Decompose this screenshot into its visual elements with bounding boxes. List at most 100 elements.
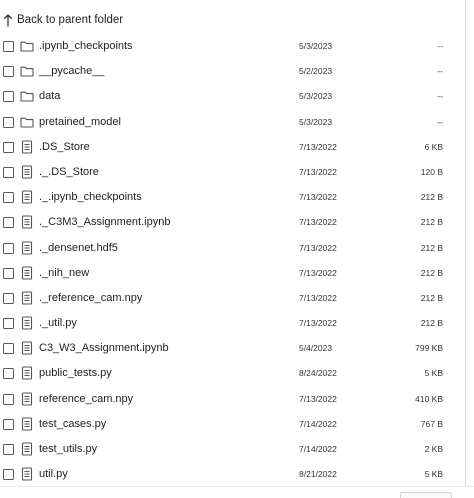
row-checkbox[interactable] (3, 242, 14, 254)
file-row[interactable]: ._util.py 7/13/2022 212 B (0, 312, 465, 337)
file-row[interactable]: ._.ipynb_checkpoints 7/13/2022 212 B (0, 186, 465, 211)
row-checkbox[interactable] (3, 116, 14, 128)
file-icon (20, 442, 34, 456)
file-row[interactable]: C3_W3_Assignment.ipynb 5/4/2023 799 KB (0, 337, 465, 362)
file-row[interactable]: ._densenet.hdf5 7/13/2022 212 B (0, 237, 465, 262)
row-checkbox[interactable] (3, 318, 14, 330)
file-icon (20, 341, 34, 355)
file-size: 2 KB (424, 444, 443, 454)
file-icon (20, 467, 34, 481)
file-size: 212 B (420, 192, 443, 203)
file-name[interactable]: data (39, 90, 60, 102)
file-size: 6 KB (424, 141, 443, 152)
file-date: 7/13/2022 (299, 242, 337, 253)
row-checkbox[interactable] (3, 217, 14, 229)
file-name[interactable]: pretained_model (39, 116, 121, 128)
row-checkbox[interactable] (3, 444, 14, 455)
file-name[interactable]: ._util.py (39, 317, 77, 329)
back-to-parent-label: Back to parent folder (17, 14, 124, 26)
file-row[interactable]: ._.DS_Store 7/13/2022 120 B (0, 161, 465, 186)
row-checkbox[interactable] (3, 192, 14, 204)
file-date: 7/13/2022 (299, 166, 337, 177)
file-name[interactable]: ._densenet.hdf5 (39, 242, 118, 254)
row-checkbox[interactable] (3, 469, 14, 481)
file-row[interactable]: ._nih_new 7/13/2022 212 B (0, 262, 465, 287)
row-checkbox[interactable] (3, 393, 14, 405)
file-date: 7/14/2022 (299, 418, 337, 429)
file-name[interactable]: .DS_Store (39, 141, 90, 153)
file-row[interactable]: data 5/3/2023 -- (0, 85, 465, 110)
row-checkbox[interactable] (3, 292, 14, 304)
file-name[interactable]: util.py (39, 468, 68, 480)
arrow-up-icon (3, 14, 13, 27)
folder-icon (20, 39, 34, 53)
file-size: 120 B (420, 166, 443, 177)
file-date: 5/2/2023 (299, 66, 333, 77)
row-checkbox[interactable] (3, 418, 14, 430)
file-name[interactable]: __pycache__ (39, 65, 104, 77)
file-name[interactable]: C3_W3_Assignment.ipynb (39, 342, 169, 354)
row-checkbox[interactable] (3, 91, 14, 103)
file-row[interactable]: public_tests.py 8/24/2022 5 KB (0, 362, 465, 387)
footer-button[interactable] (400, 492, 452, 498)
file-size: -- (437, 91, 443, 102)
row-checkbox[interactable] (3, 141, 14, 153)
file-date: 7/13/2022 (299, 141, 337, 152)
folder-icon (20, 89, 34, 103)
file-name[interactable]: ._C3M3_Assignment.ipynb (39, 216, 170, 228)
file-name[interactable]: ._.DS_Store (39, 166, 99, 178)
file-row[interactable]: util.py 8/21/2022 5 KB (0, 463, 465, 488)
file-icon (20, 417, 34, 431)
file-row[interactable]: .DS_Store 7/13/2022 6 KB (0, 136, 465, 161)
file-size: 5 KB (424, 469, 443, 480)
back-to-parent-link[interactable]: Back to parent folder (3, 11, 123, 29)
file-name[interactable]: test_cases.py (39, 418, 106, 430)
file-date: 7/13/2022 (299, 318, 337, 329)
folder-icon (20, 115, 34, 129)
row-checkbox[interactable] (3, 66, 14, 78)
panel-divider (465, 0, 466, 486)
file-size: 767 B (420, 418, 443, 429)
file-size: -- (437, 66, 443, 77)
file-row[interactable]: test_utils.py 7/14/2022 2 KB (0, 438, 465, 463)
file-icon (20, 190, 34, 204)
file-date: 5/3/2023 (299, 116, 333, 127)
file-row[interactable]: ._C3M3_Assignment.ipynb 7/13/2022 212 B (0, 211, 465, 236)
folder-icon (20, 64, 34, 78)
file-date: 5/4/2023 (299, 343, 333, 354)
file-row[interactable]: reference_cam.npy 7/13/2022 410 KB (0, 388, 465, 413)
file-list: .ipynb_checkpoints 5/3/2023 -- __pycache__ 5… (0, 35, 465, 488)
file-name[interactable]: ._.ipynb_checkpoints (39, 191, 142, 203)
file-date: 7/13/2022 (299, 393, 337, 404)
file-row[interactable]: pretained_model 5/3/2023 -- (0, 111, 465, 136)
file-name[interactable]: reference_cam.npy (39, 393, 133, 405)
file-row[interactable]: .ipynb_checkpoints 5/3/2023 -- (0, 35, 465, 60)
file-name[interactable]: ._reference_cam.npy (39, 292, 142, 304)
row-checkbox[interactable] (3, 41, 14, 52)
file-size: 5 KB (424, 368, 443, 379)
file-name[interactable]: .ipynb_checkpoints (39, 40, 133, 52)
file-size: -- (437, 41, 443, 51)
file-date: 7/14/2022 (299, 444, 337, 454)
file-icon (20, 316, 34, 330)
file-row[interactable]: __pycache__ 5/2/2023 -- (0, 60, 465, 85)
file-date: 7/13/2022 (299, 267, 337, 278)
file-name[interactable]: public_tests.py (39, 367, 112, 379)
file-size: 212 B (420, 267, 443, 278)
row-checkbox[interactable] (3, 368, 14, 380)
file-name[interactable]: test_utils.py (39, 443, 97, 455)
row-checkbox[interactable] (3, 166, 14, 178)
file-browser: Back to parent folder .ipynb_checkpoints… (0, 0, 474, 498)
file-name[interactable]: ._nih_new (39, 267, 89, 279)
row-checkbox[interactable] (3, 267, 14, 279)
row-checkbox[interactable] (3, 343, 14, 355)
file-date: 8/21/2022 (299, 469, 337, 480)
file-date: 7/13/2022 (299, 217, 337, 228)
file-size: 212 B (420, 292, 443, 303)
file-size: 212 B (420, 318, 443, 329)
file-size: 410 KB (415, 393, 443, 404)
file-icon (20, 165, 34, 179)
file-row[interactable]: test_cases.py 7/14/2022 767 B (0, 413, 465, 438)
file-row[interactable]: ._reference_cam.npy 7/13/2022 212 B (0, 287, 465, 312)
file-icon (20, 392, 34, 406)
